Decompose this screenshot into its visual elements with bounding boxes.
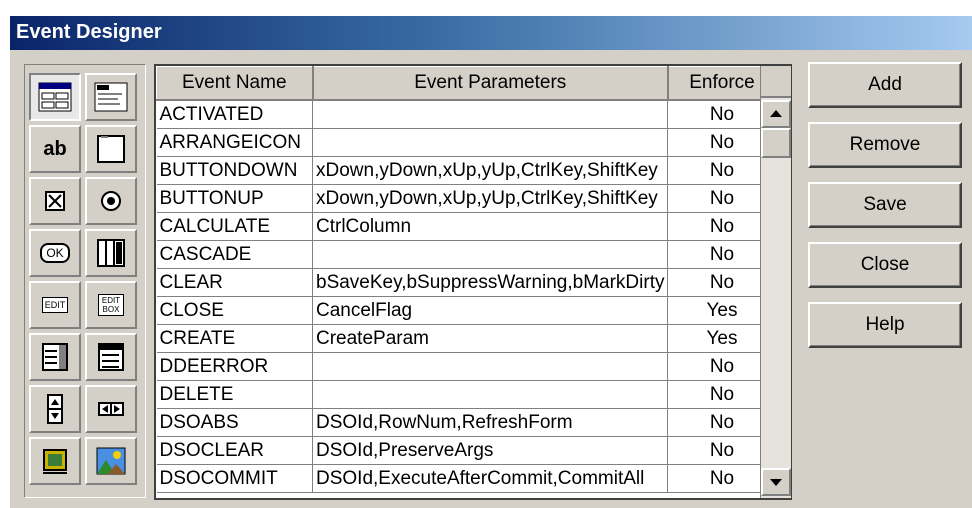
image-control-icon[interactable]	[29, 437, 81, 485]
event-name-cell[interactable]: DSOABS	[156, 408, 313, 437]
listbox-icon[interactable]	[29, 333, 81, 381]
close-button-label: Close	[860, 254, 910, 275]
event-rows: ACTIVATED No ARRANGEICON No BUTTONDOWN xDown,…	[156, 100, 777, 493]
radio-button-icon[interactable]	[85, 177, 137, 225]
table-row[interactable]: DSOCOMMIT DSOId,ExecuteAfterCommit,Commit…	[156, 464, 777, 493]
event-name-cell[interactable]: DSOCOMMIT	[156, 464, 313, 493]
table-row[interactable]: CLOSE CancelFlag Yes	[156, 296, 777, 325]
scroll-down-button[interactable]	[761, 468, 791, 496]
table-row[interactable]: BUTTONUP xDown,yDown,xUp,yUp,CtrlKey,Shif…	[156, 184, 777, 213]
checkbox-icon[interactable]	[29, 177, 81, 225]
help-button[interactable]: Help	[808, 302, 962, 348]
title-bar[interactable]: Event Designer	[10, 16, 972, 50]
column-grid-icon[interactable]	[85, 229, 137, 277]
event-parameters-cell[interactable]	[312, 380, 669, 409]
event-parameters-cell[interactable]	[312, 352, 669, 381]
event-parameters-cell[interactable]: CreateParam	[312, 324, 669, 353]
table-row[interactable]: ACTIVATED No	[156, 100, 777, 129]
event-name-cell[interactable]: ACTIVATED	[156, 100, 313, 129]
remove-button-label: Remove	[849, 134, 921, 155]
arrow-down-icon	[770, 479, 782, 486]
event-parameters-cell[interactable]	[312, 240, 669, 269]
scroll-thumb[interactable]	[761, 128, 791, 158]
event-parameters-cell[interactable]: DSOId,ExecuteAfterCommit,CommitAll	[312, 464, 669, 493]
horizontal-scroll-icon[interactable]	[85, 385, 137, 433]
event-name-cell[interactable]: CREATE	[156, 324, 313, 353]
event-name-cell[interactable]: CLEAR	[156, 268, 313, 297]
event-name-cell[interactable]: DDEERROR	[156, 352, 313, 381]
event-parameters-cell[interactable]: xDown,yDown,xUp,yUp,CtrlKey,ShiftKey	[312, 156, 669, 185]
event-name-cell[interactable]: DSOCLEAR	[156, 436, 313, 465]
table-row[interactable]: DSOCLEAR DSOId,PreserveArgs No	[156, 436, 777, 465]
table-row[interactable]: CLEAR bSaveKey,bSuppressWarning,bMarkDirt…	[156, 268, 777, 297]
combobox-icon[interactable]	[85, 333, 137, 381]
event-parameters-cell[interactable]: DSOId,PreserveArgs	[312, 436, 669, 465]
event-parameters-cell[interactable]: CtrlColumn	[312, 212, 669, 241]
event-name-cell[interactable]: CALCULATE	[156, 212, 313, 241]
event-parameters-cell[interactable]: CancelFlag	[312, 296, 669, 325]
table-row[interactable]: DSOABS DSOId,RowNum,RefreshForm No	[156, 408, 777, 437]
form-designer-icon[interactable]	[29, 73, 81, 121]
frame-icon[interactable]	[85, 125, 137, 173]
table-row[interactable]: CREATE CreateParam Yes	[156, 324, 777, 353]
ok-button-icon[interactable]: OK	[29, 229, 81, 277]
toolbox-panel: ab OK EDIT EDIT BOX	[24, 64, 146, 498]
table-row[interactable]: CASCADE No	[156, 240, 777, 269]
event-parameters-cell[interactable]: bSaveKey,bSuppressWarning,bMarkDirty	[312, 268, 669, 297]
table-row[interactable]: DELETE No	[156, 380, 777, 409]
vertical-scrollbar[interactable]	[760, 66, 791, 498]
event-parameters-cell[interactable]	[312, 100, 669, 129]
add-button-label: Add	[868, 74, 902, 95]
table-row[interactable]: ARRANGEICON No	[156, 128, 777, 157]
table-row[interactable]: BUTTONDOWN xDown,yDown,xUp,yUp,CtrlKey,Sh…	[156, 156, 777, 185]
help-button-label: Help	[865, 314, 905, 335]
column-header-event-name[interactable]: Event Name	[156, 66, 314, 101]
save-button-label: Save	[863, 194, 907, 215]
event-name-cell[interactable]: ARRANGEICON	[156, 128, 313, 157]
edit-box-icon[interactable]: EDIT BOX	[85, 281, 137, 329]
event-name-cell[interactable]: CASCADE	[156, 240, 313, 269]
event-parameters-cell[interactable]	[312, 128, 669, 157]
event-name-cell[interactable]: BUTTONDOWN	[156, 156, 313, 185]
column-header-event-parameters[interactable]: Event Parameters	[311, 66, 669, 101]
table-row[interactable]: DDEERROR No	[156, 352, 777, 381]
table-row[interactable]: CALCULATE CtrlColumn No	[156, 212, 777, 241]
event-name-cell[interactable]: CLOSE	[156, 296, 313, 325]
picture-icon[interactable]	[85, 437, 137, 485]
scroll-up-button[interactable]	[761, 100, 791, 128]
event-parameters-cell[interactable]: DSOId,RowNum,RefreshForm	[312, 408, 669, 437]
event-designer-window: Event Designer ab OK EDIT EDIT BOX Event…	[10, 16, 972, 508]
label-text-icon[interactable]: ab	[29, 125, 81, 173]
edit-field-icon[interactable]: EDIT	[29, 281, 81, 329]
event-name-cell[interactable]: BUTTONUP	[156, 184, 313, 213]
event-name-cell[interactable]: DELETE	[156, 380, 313, 409]
close-button[interactable]: Close	[808, 242, 962, 288]
event-table: Event Name Event Parameters Enforce ACTI…	[156, 66, 777, 493]
save-button[interactable]: Save	[808, 182, 962, 228]
window-title: Event Designer	[16, 21, 162, 43]
spinner-icon[interactable]	[29, 385, 81, 433]
remove-button[interactable]: Remove	[808, 122, 962, 168]
add-button[interactable]: Add	[808, 62, 962, 108]
event-parameters-cell[interactable]: xDown,yDown,xUp,yUp,CtrlKey,ShiftKey	[312, 184, 669, 213]
scroll-header-corner	[761, 66, 791, 98]
event-grid: Event Name Event Parameters Enforce ACTI…	[154, 64, 792, 500]
arrow-up-icon	[770, 110, 782, 117]
file-menu-icon[interactable]	[85, 73, 137, 121]
